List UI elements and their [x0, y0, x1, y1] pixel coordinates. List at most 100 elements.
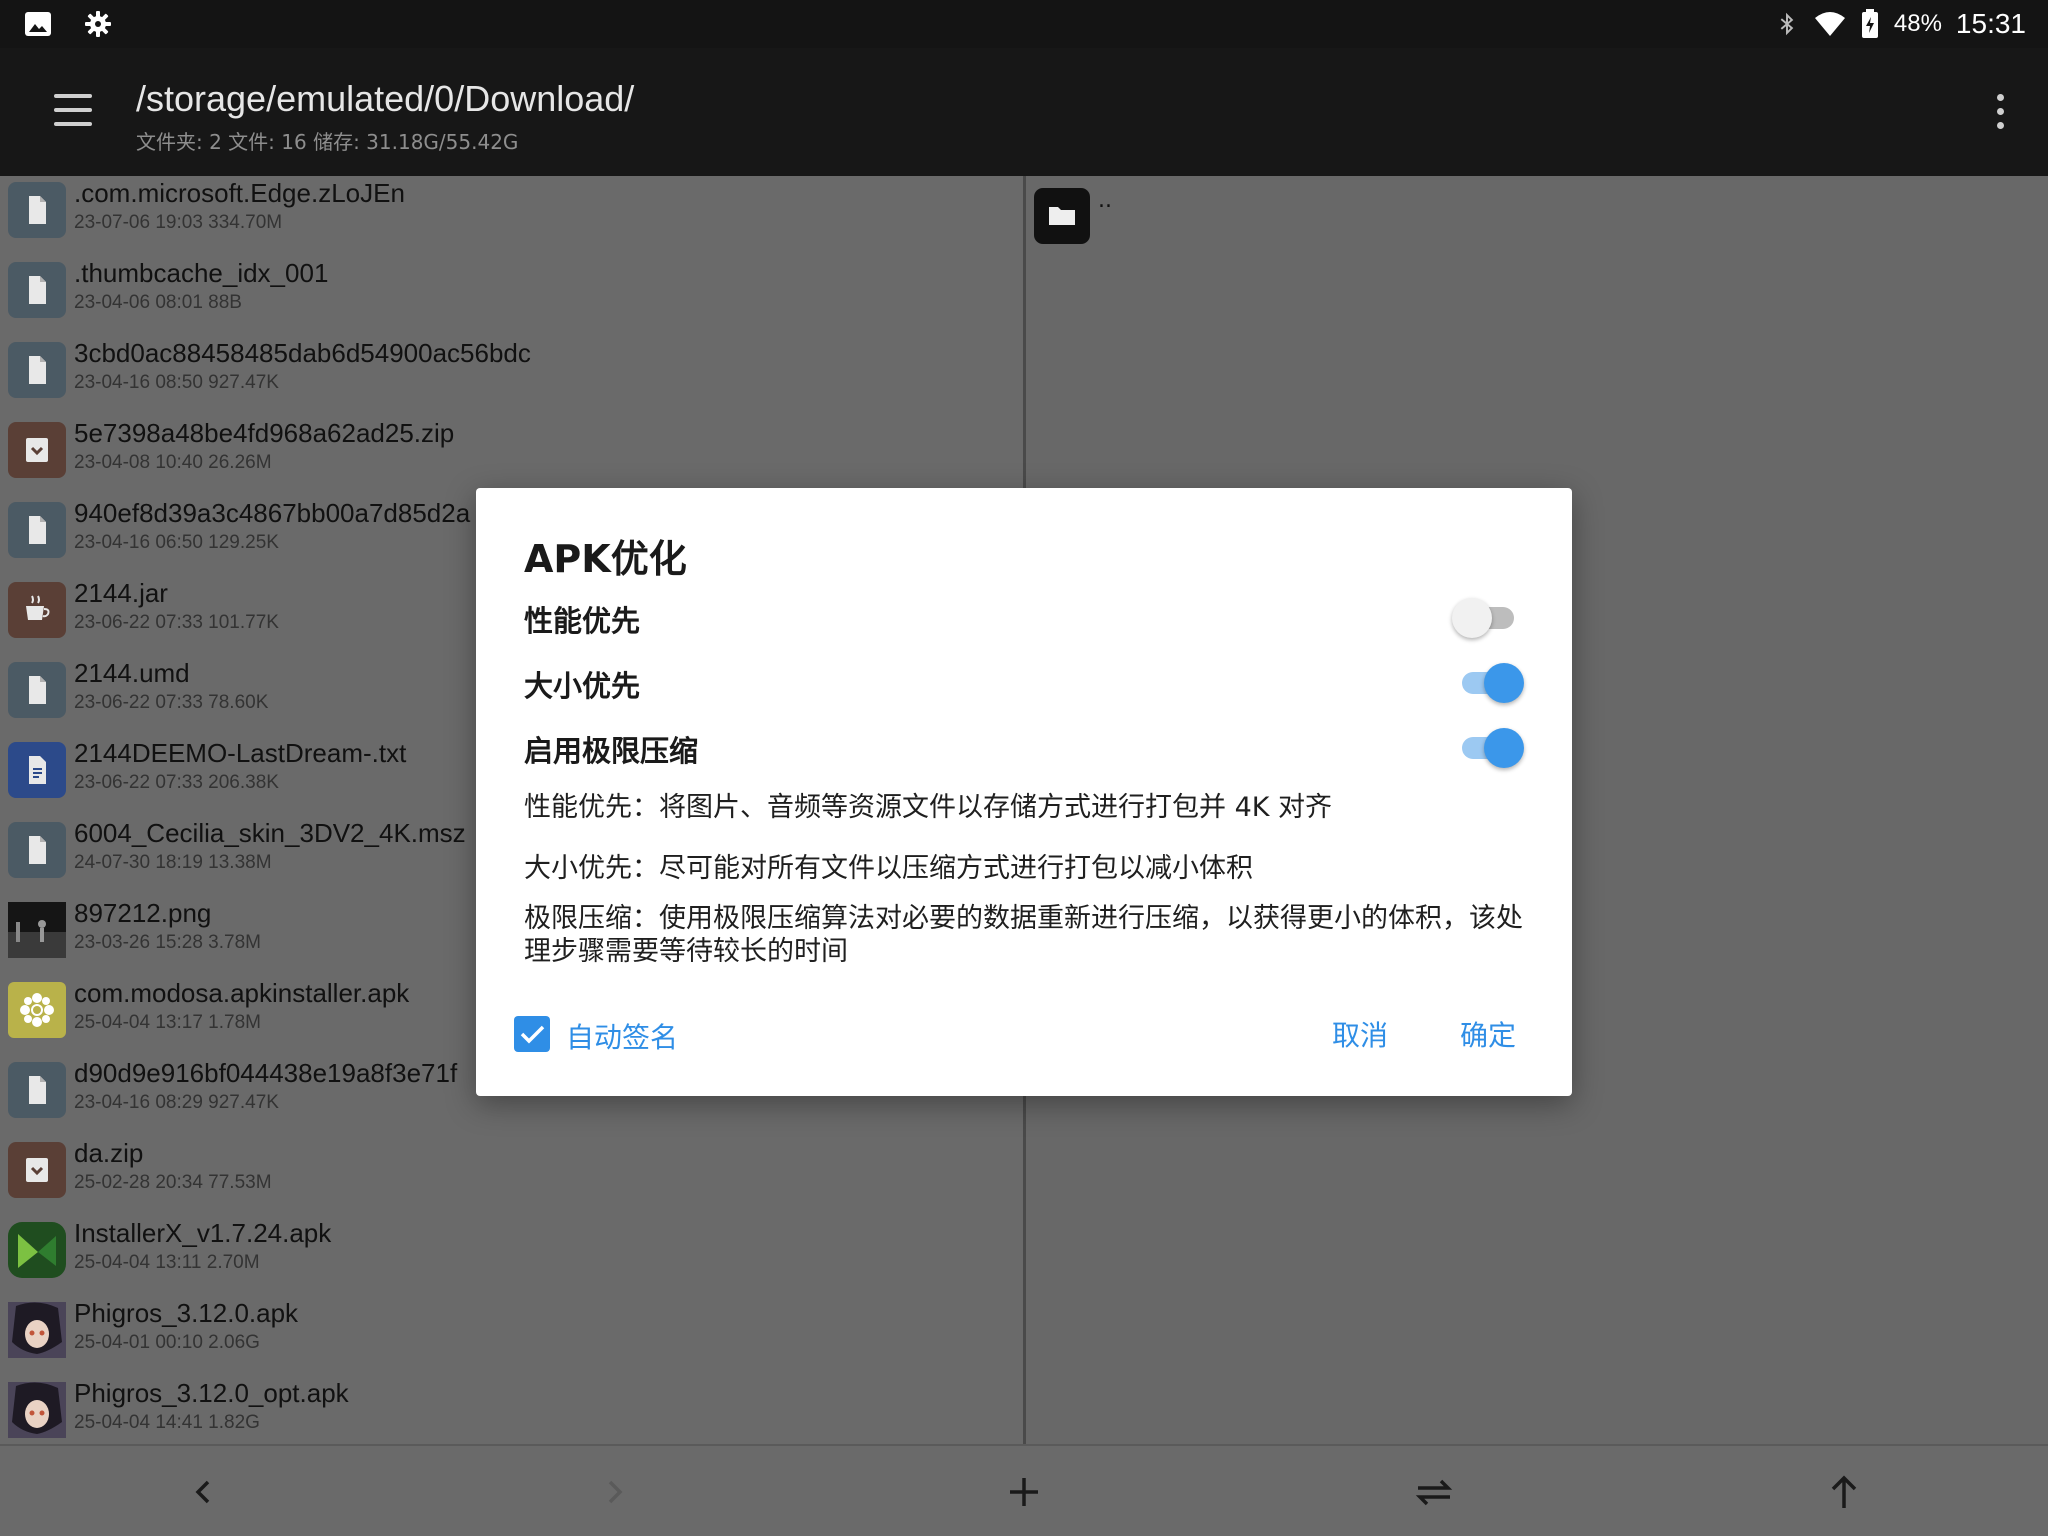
apk-phigros-icon — [8, 1382, 66, 1438]
option-extreme-compression[interactable]: 启用极限压缩 — [524, 718, 1524, 774]
dialog-title: APK优化 — [524, 537, 687, 581]
cancel-button[interactable]: 取消 — [1324, 1010, 1396, 1058]
file-icon — [8, 502, 66, 558]
size-toggle[interactable] — [1452, 661, 1524, 705]
text-file-icon — [8, 742, 66, 798]
switch-thumb — [1484, 728, 1524, 768]
go-up-button[interactable] — [1820, 1468, 1868, 1516]
overflow-menu-button[interactable] — [1980, 88, 2020, 136]
toolbar: /storage/emulated/0/Download/ 文件夹: 2 文件:… — [0, 48, 2048, 176]
switch-thumb — [1452, 598, 1492, 638]
file-meta: 23-07-06 19:03 334.70M — [74, 212, 283, 233]
status-bar: 48% 15:31 — [0, 0, 2048, 48]
option-performance[interactable]: 性能优先 — [524, 588, 1524, 644]
file-icon — [8, 662, 66, 718]
dot — [1997, 122, 2004, 129]
file-meta: 25-04-04 14:41 1.82G — [74, 1412, 260, 1433]
bottom-toolbar — [0, 1444, 2048, 1536]
file-meta: 23-04-06 08:01 88B — [74, 292, 242, 313]
auto-sign-checkbox[interactable]: 自动签名 — [514, 1014, 694, 1054]
battery-percentage: 48% — [1893, 10, 1942, 37]
file-row[interactable]: Phigros_3.12.0_opt.apk 25-04-04 14:41 1.8… — [0, 1376, 1024, 1444]
back-button[interactable] — [180, 1468, 228, 1516]
file-name: da.zip — [74, 1138, 144, 1168]
file-name: 5e7398a48be4fd968a62ad25.zip — [74, 418, 455, 448]
swap-panes-button[interactable] — [1410, 1468, 1458, 1516]
file-icon — [8, 822, 66, 878]
file-meta: 23-03-26 15:28 3.78M — [74, 932, 261, 953]
file-name: .com.microsoft.Edge.zLoJEn — [74, 178, 405, 208]
size-description: 大小优先：尽可能对所有文件以压缩方式进行打包以减小体积 — [524, 853, 1253, 884]
performance-toggle[interactable] — [1452, 596, 1524, 640]
extreme-compression-toggle[interactable] — [1452, 726, 1524, 770]
performance-description: 性能优先：将图片、音频等资源文件以存储方式进行打包并 4K 对齐 — [524, 792, 1333, 823]
add-button[interactable] — [1000, 1468, 1048, 1516]
file-name: Phigros_3.12.0.apk — [74, 1298, 299, 1328]
hamburger-line — [54, 122, 92, 126]
file-name: d90d9e916bf044438e19a8f3e71f — [74, 1058, 458, 1088]
checkbox-checked[interactable] — [514, 1016, 550, 1052]
file-name: 3cbd0ac88458485dab6d54900ac56bdc — [74, 338, 531, 368]
check-icon — [520, 1025, 545, 1044]
file-meta: 23-06-22 07:33 206.38K — [74, 772, 279, 793]
file-row[interactable]: 3cbd0ac88458485dab6d54900ac56bdc 23-04-16… — [0, 336, 1024, 416]
parent-directory-label: .. — [1098, 188, 1112, 213]
dot — [1997, 108, 2004, 115]
file-name: 2144DEEMO-LastDream-.txt — [74, 738, 407, 768]
archive-icon — [8, 1142, 66, 1198]
jar-icon — [8, 582, 66, 638]
wifi-icon — [1814, 12, 1845, 36]
menu-button[interactable] — [42, 90, 102, 134]
swap-icon — [1415, 1479, 1453, 1506]
option-size[interactable]: 大小优先 — [524, 653, 1524, 709]
back-arrow-icon — [195, 1480, 210, 1504]
settings-icon — [85, 11, 111, 37]
file-name: com.modosa.apkinstaller.apk — [74, 978, 410, 1008]
hamburger-line — [54, 108, 92, 112]
file-name: 897212.png — [74, 898, 212, 928]
dot — [1997, 94, 2004, 101]
file-row[interactable]: .thumbcache_idx_001 23-04-06 08:01 88B — [0, 256, 1024, 336]
file-row[interactable]: Phigros_3.12.0.apk 25-04-01 00:10 2.06G — [0, 1296, 1024, 1376]
file-name: 2144.jar — [74, 578, 168, 608]
file-name: .thumbcache_idx_001 — [74, 258, 329, 288]
file-meta: 23-04-16 06:50 129.25K — [74, 532, 279, 553]
clock: 15:31 — [1955, 8, 2026, 39]
apk-flower-icon — [8, 982, 66, 1038]
file-row[interactable]: da.zip 25-02-28 20:34 77.53M — [0, 1136, 1024, 1216]
up-arrow-icon — [1831, 1475, 1857, 1508]
file-icon — [8, 262, 66, 318]
option-label: 性能优先 — [524, 604, 641, 638]
file-name: 940ef8d39a3c4867bb00a7d85d2a — [74, 498, 471, 528]
file-meta: 23-06-22 07:33 101.77K — [74, 612, 279, 633]
hamburger-line — [54, 94, 92, 98]
battery-icon — [1861, 9, 1878, 38]
ok-button[interactable]: 确定 — [1452, 1010, 1524, 1058]
apk-optimize-dialog: APK优化 性能优先 大小优先 启用极限压缩 性能优先：将图片、音频等资源文件以… — [476, 488, 1572, 1096]
file-meta: 24-07-30 18:19 13.38M — [74, 852, 272, 873]
current-path: /storage/emulated/0/Download/ — [136, 78, 635, 119]
file-icon — [8, 1062, 66, 1118]
file-name: InstallerX_v1.7.24.apk — [74, 1218, 332, 1248]
file-meta: 23-04-08 10:40 26.26M — [74, 452, 272, 473]
file-meta: 23-04-16 08:50 927.47K — [74, 372, 279, 393]
folder-icon — [1034, 188, 1090, 244]
parent-directory-item[interactable]: .. — [1034, 188, 1234, 248]
option-label: 启用极限压缩 — [524, 734, 699, 768]
image-thumbnail — [8, 902, 66, 958]
bluetooth-icon — [1780, 12, 1794, 36]
option-label: 大小优先 — [524, 669, 641, 703]
forward-button[interactable] — [590, 1468, 638, 1516]
apk-installerx-icon — [8, 1222, 66, 1278]
forward-arrow-icon — [608, 1480, 623, 1504]
file-row[interactable]: 5e7398a48be4fd968a62ad25.zip 23-04-08 10:… — [0, 416, 1024, 496]
file-row[interactable]: .com.microsoft.Edge.zLoJEn 23-07-06 19:03… — [0, 176, 1024, 256]
file-icon — [8, 342, 66, 398]
file-name: 2144.umd — [74, 658, 190, 688]
file-meta: 25-04-01 00:10 2.06G — [74, 1332, 260, 1353]
file-row[interactable]: InstallerX_v1.7.24.apk 25-04-04 13:11 2.7… — [0, 1216, 1024, 1296]
file-meta: 25-04-04 13:17 1.78M — [74, 1012, 261, 1033]
file-name: 6004_Cecilia_skin_3DV2_4K.msz — [74, 818, 466, 848]
file-meta: 25-04-04 13:11 2.70M — [74, 1252, 260, 1273]
archive-icon — [8, 422, 66, 478]
